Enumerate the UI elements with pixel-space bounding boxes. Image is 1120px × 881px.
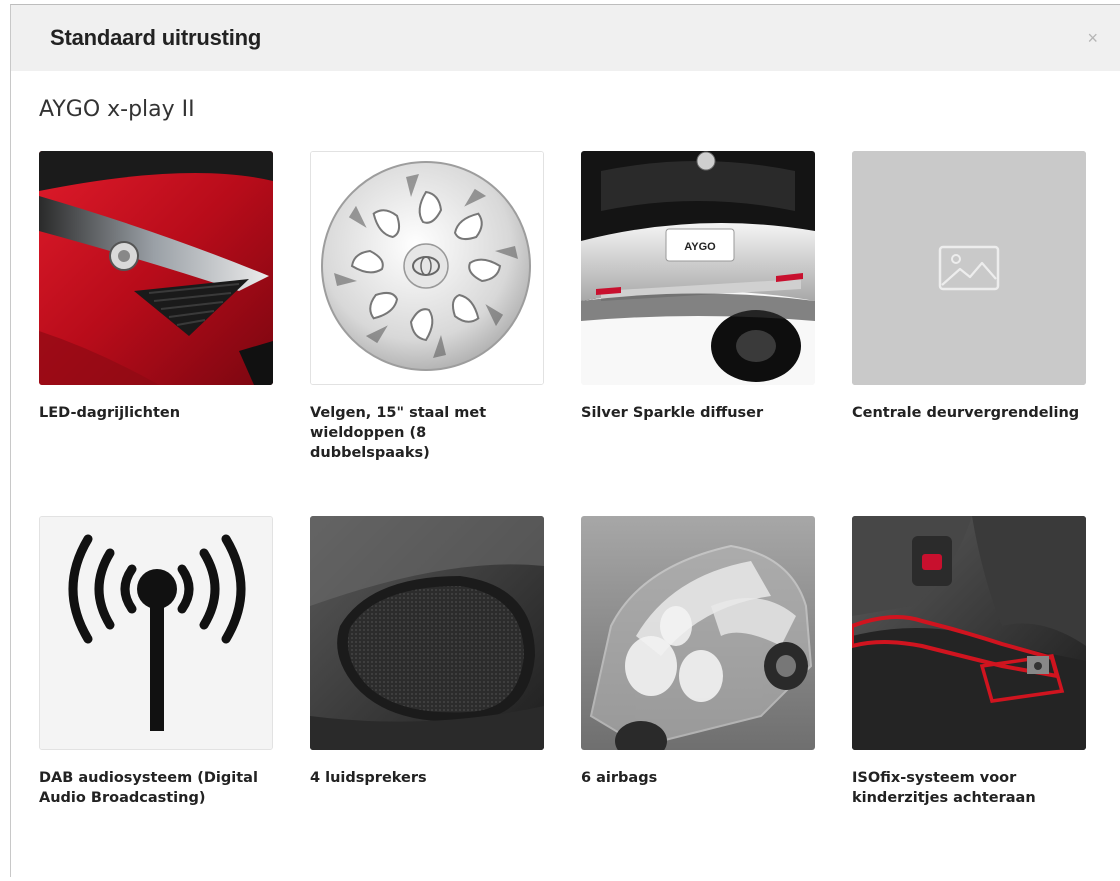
feature-label: Centrale deurvergrendeling (852, 405, 1080, 421)
feature-label: Velgen, 15" staal met wieldoppen (8 dubb… (310, 405, 487, 461)
feature-label: Silver Sparkle diffuser (581, 405, 764, 421)
speaker-grille-image (310, 516, 544, 750)
antenna-signal-image (39, 516, 273, 750)
isofix-seat-image (852, 516, 1086, 750)
feature-card-diffuser: AYGO Silver Sparkle diffuser (581, 151, 815, 516)
airbags-xray-image (581, 516, 815, 750)
image-placeholder (852, 151, 1086, 385)
feature-card-speakers: 4 luidsprekers (310, 516, 544, 881)
modal-title: Standaard uitrusting (50, 25, 262, 50)
feature-card-led: LED-dagrijlichten (39, 151, 273, 516)
license-plate-text: AYGO (684, 241, 716, 253)
modal-header: Standaard uitrusting × (11, 5, 1120, 71)
image-placeholder-icon (852, 151, 1086, 385)
feature-label: DAB audiosysteem (Digital Audio Broadcas… (39, 770, 258, 806)
feature-grid: LED-dagrijlichten Velgen, 15" staal met … (39, 151, 1086, 881)
feature-card-wheels: Velgen, 15" staal met wieldoppen (8 dubb… (310, 151, 544, 516)
feature-label: 6 airbags (581, 770, 658, 786)
hubcap-image (310, 151, 544, 385)
feature-label: LED-dagrijlichten (39, 405, 181, 421)
antenna-signal-icon (40, 517, 272, 749)
feature-label: ISOfix-systeem voor kinderzitjes achtera… (852, 770, 1036, 806)
feature-card-central-locking: Centrale deurvergrendeling (852, 151, 1086, 516)
led-headlight-image (39, 151, 273, 385)
feature-card-dab: DAB audiosysteem (Digital Audio Broadcas… (39, 516, 273, 881)
model-name: AYGO x-play II (39, 97, 195, 122)
close-button[interactable]: × (1087, 29, 1098, 47)
feature-label: 4 luidsprekers (310, 770, 427, 786)
feature-card-airbags: 6 airbags (581, 516, 815, 881)
rear-diffuser-image: AYGO (581, 151, 815, 385)
feature-card-isofix: ISOfix-systeem voor kinderzitjes achtera… (852, 516, 1086, 881)
